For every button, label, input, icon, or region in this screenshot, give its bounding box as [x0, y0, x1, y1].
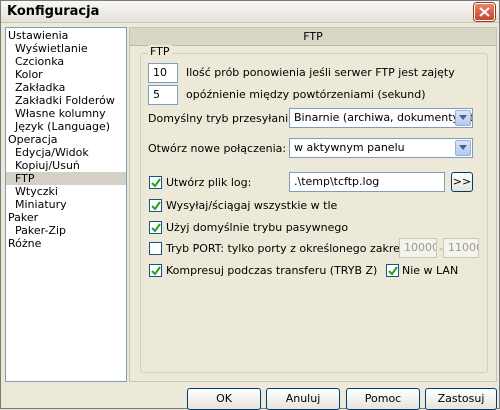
tree-item[interactable]: Zakładka	[15, 81, 65, 94]
retries-label: Ilość prób ponowienia jeśli serwer FTP j…	[186, 66, 455, 79]
compress-label[interactable]: Kompresuj podczas transferu (TRYB Z)	[166, 264, 377, 278]
tree-item[interactable]: Język (Language)	[15, 120, 110, 133]
tree-item[interactable]: Paker-Zip	[15, 224, 66, 237]
open-connections-select[interactable]: w aktywnym panelu	[289, 138, 473, 158]
title-bar: Konfiguracja	[1, 1, 499, 23]
help-button[interactable]: Pomoc	[346, 388, 420, 410]
checkmark-icon	[151, 266, 161, 276]
chevron-down-icon	[459, 115, 467, 120]
ok-button[interactable]: OK	[187, 388, 261, 410]
tree-item[interactable]: Miniatury	[15, 198, 67, 211]
tree-item[interactable]: Kopiuj/Usuń	[15, 159, 80, 172]
passive-mode-label[interactable]: Użyj domyślnie trybu pasywnego	[166, 221, 348, 235]
create-log-label[interactable]: Utwórz plik log:	[166, 176, 251, 190]
close-button[interactable]	[474, 3, 495, 21]
tree-item[interactable]: Kolor	[15, 68, 43, 81]
delay-input[interactable]: 5	[148, 85, 178, 105]
tree-item[interactable]: Czcionka	[15, 55, 64, 68]
create-log-checkbox[interactable]	[149, 176, 162, 189]
transfer-mode-select[interactable]: Binarnie (archiwa, dokumenty etc.)	[289, 108, 473, 128]
background-transfer-checkbox[interactable]	[149, 199, 162, 212]
dropdown-button[interactable]	[455, 140, 471, 156]
transfer-mode-value: Binarnie (archiwa, dokumenty etc.)	[294, 111, 473, 124]
group-label: FTP	[148, 45, 172, 58]
passive-mode-checkbox[interactable]	[149, 221, 162, 234]
log-path-input[interactable]: .\temp\tcftp.log	[289, 172, 445, 192]
port-range-checkbox[interactable]	[149, 242, 162, 255]
tree-item[interactable]: Różne	[8, 237, 41, 250]
tree-item[interactable]: Własne kolumny	[15, 107, 106, 120]
port-range-label[interactable]: Tryb PORT: tylko porty z określonego zak…	[166, 242, 416, 256]
background-transfer-label[interactable]: Wysyłaj/ściągaj wszystkie w tle	[166, 199, 337, 213]
not-lan-checkbox[interactable]	[386, 264, 399, 277]
window-title: Konfiguracja	[7, 4, 100, 19]
open-connections-label: Otwórz nowe połączenia:	[148, 142, 287, 155]
settings-tree[interactable]: Ustawienia Wyświetlanie Czcionka Kolor Z…	[5, 27, 127, 382]
config-window: Konfiguracja Ustawienia Wyświetlanie Czc…	[0, 0, 500, 410]
compress-checkbox[interactable]	[149, 264, 162, 277]
tree-item[interactable]: Wyświetlanie	[15, 42, 88, 55]
chevron-down-icon	[459, 145, 467, 150]
port-from-input[interactable]: 10000	[399, 238, 437, 258]
tree-item[interactable]: Ustawienia	[8, 29, 68, 42]
transfer-mode-label: Domyślny tryb przesyłania:	[148, 112, 299, 125]
cancel-button[interactable]: Anuluj	[266, 388, 340, 410]
retries-input[interactable]: 10	[148, 63, 178, 83]
checkmark-icon	[151, 223, 161, 233]
open-connections-value: w aktywnym panelu	[294, 141, 405, 154]
checkmark-icon	[151, 178, 161, 188]
tree-item[interactable]: Zakładki Folderów	[15, 94, 115, 107]
not-lan-label[interactable]: Nie w LAN	[402, 264, 458, 278]
tree-item-selected[interactable]: FTP	[6, 172, 126, 185]
checkmark-icon	[151, 201, 161, 211]
panel-header: FTP	[130, 28, 496, 46]
tree-item[interactable]: Edycja/Widok	[15, 146, 89, 159]
port-to-input[interactable]: 11000	[443, 238, 479, 258]
tree-item[interactable]: Wtyczki	[15, 185, 58, 198]
tree-item[interactable]: Paker	[8, 211, 38, 224]
checkmark-icon	[388, 266, 398, 276]
browse-button[interactable]: >>	[451, 172, 473, 192]
delay-label: opóźnienie między powtórzeniami (sekund)	[186, 88, 426, 101]
apply-button[interactable]: Zastosuj	[425, 388, 497, 410]
close-icon	[479, 7, 490, 17]
tree-item[interactable]: Operacja	[8, 133, 58, 146]
dropdown-button[interactable]	[455, 110, 471, 126]
